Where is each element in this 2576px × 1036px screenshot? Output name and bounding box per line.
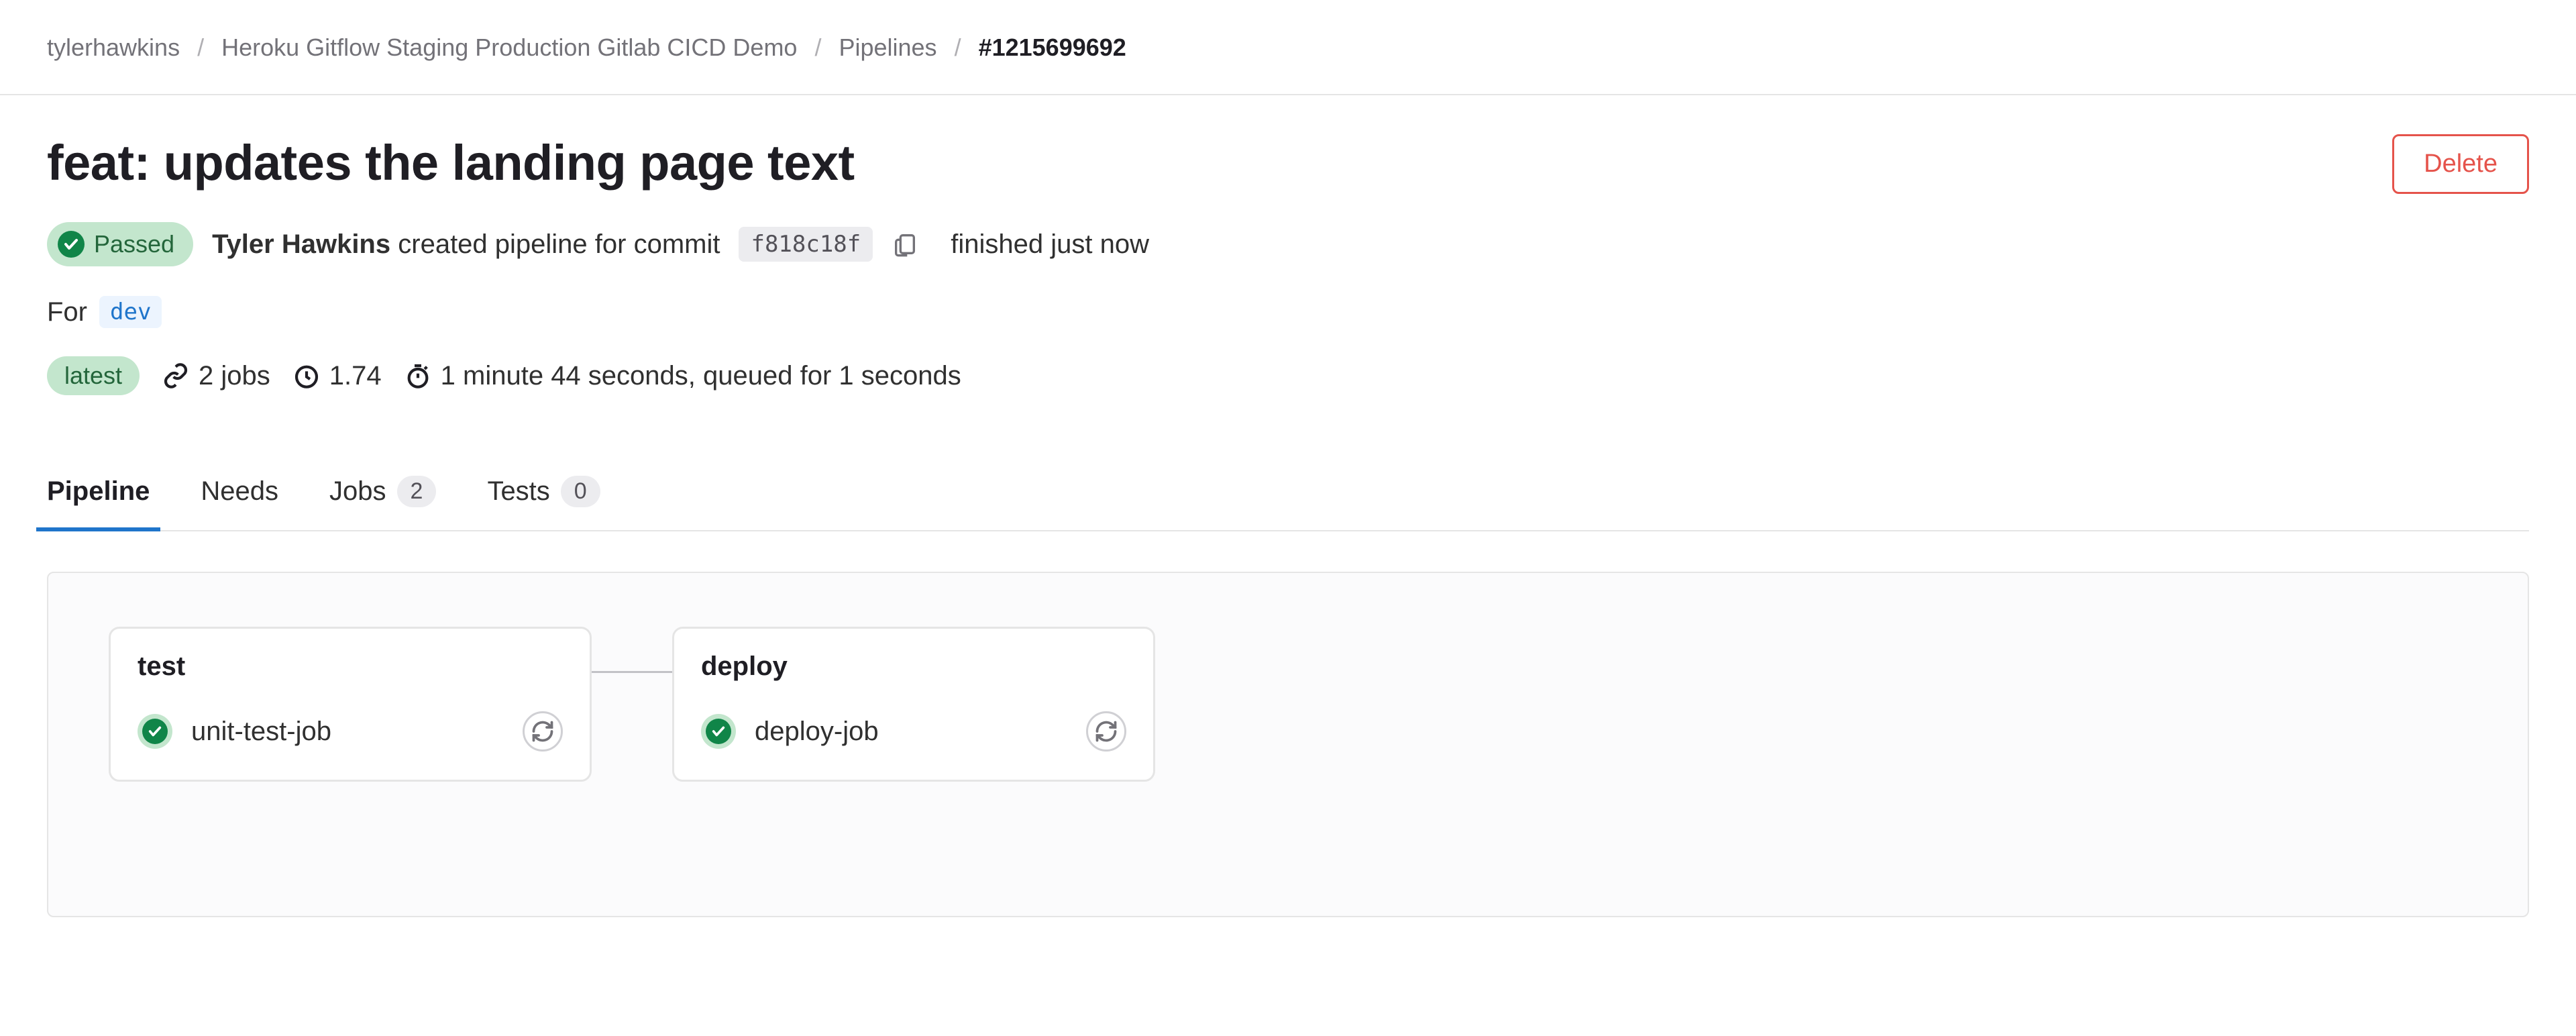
pipeline-meta: Passed Tyler Hawkins created pipeline fo… [47,222,2529,266]
clock-icon [293,362,320,389]
score-stat: 1.74 [293,361,382,391]
status-label: Passed [94,230,174,258]
tab-pipeline[interactable]: Pipeline [47,476,150,530]
retry-icon [1094,719,1118,743]
tab-count: 0 [561,476,600,507]
check-circle-icon [58,231,85,258]
stage-name: deploy [701,652,1126,682]
retry-icon [531,719,555,743]
breadcrumb-item-user[interactable]: tylerhawkins [47,34,180,62]
job-row[interactable]: deploy-job [701,711,1126,752]
breadcrumb-separator: / [197,34,204,62]
breadcrumb-item-pipelines[interactable]: Pipelines [839,34,936,62]
job-name: unit-test-job [191,717,504,747]
tab-label: Needs [201,476,278,507]
tab-jobs[interactable]: Jobs 2 [329,476,436,530]
tab-count: 2 [397,476,437,507]
page-title: feat: updates the landing page text [47,134,855,191]
branch-chip[interactable]: dev [99,296,162,328]
commit-action-text: created pipeline for commit [398,229,720,259]
retry-button[interactable] [1086,711,1126,752]
breadcrumb-item-project[interactable]: Heroku Gitflow Staging Production Gitlab… [221,34,797,62]
tab-label: Pipeline [47,476,150,507]
breadcrumb: tylerhawkins / Heroku Gitflow Staging Pr… [0,34,2576,95]
job-name: deploy-job [755,717,1067,747]
breadcrumb-separator: / [955,34,961,62]
link-icon [162,362,189,389]
latest-chip: latest [47,356,140,395]
breadcrumb-separator: / [814,34,821,62]
stats-line: latest 2 jobs 1.74 1 minute 44 seconds, … [47,356,2529,395]
stage-connector [592,671,672,673]
jobs-count: 2 jobs [162,361,270,391]
commit-author[interactable]: Tyler Hawkins [212,229,390,259]
duration-stat: 1 minute 44 seconds, queued for 1 second… [405,361,961,391]
breadcrumb-current: #1215699692 [979,34,1126,62]
commit-sha[interactable]: f818c18f [739,227,873,262]
finished-text: finished just now [951,229,1149,260]
pipeline-graph: test unit-test-job deploy deploy-job [47,572,2529,917]
delete-button[interactable]: Delete [2392,134,2529,194]
tab-needs[interactable]: Needs [201,476,278,530]
job-status-passed-icon [701,714,736,749]
retry-button[interactable] [523,711,563,752]
tab-label: Tests [487,476,549,507]
for-label: For [47,297,87,327]
branch-line: For dev [47,296,2529,328]
stage-card: deploy deploy-job [672,627,1155,782]
job-row[interactable]: unit-test-job [138,711,563,752]
tab-tests[interactable]: Tests 0 [487,476,600,530]
clipboard-copy-icon[interactable] [892,231,918,258]
status-badge[interactable]: Passed [47,222,193,266]
tab-label: Jobs [329,476,386,507]
stage-card: test unit-test-job [109,627,592,782]
stopwatch-icon [405,362,431,389]
job-status-passed-icon [138,714,172,749]
stage-name: test [138,652,563,682]
tabs: Pipeline Needs Jobs 2 Tests 0 [47,476,2529,531]
